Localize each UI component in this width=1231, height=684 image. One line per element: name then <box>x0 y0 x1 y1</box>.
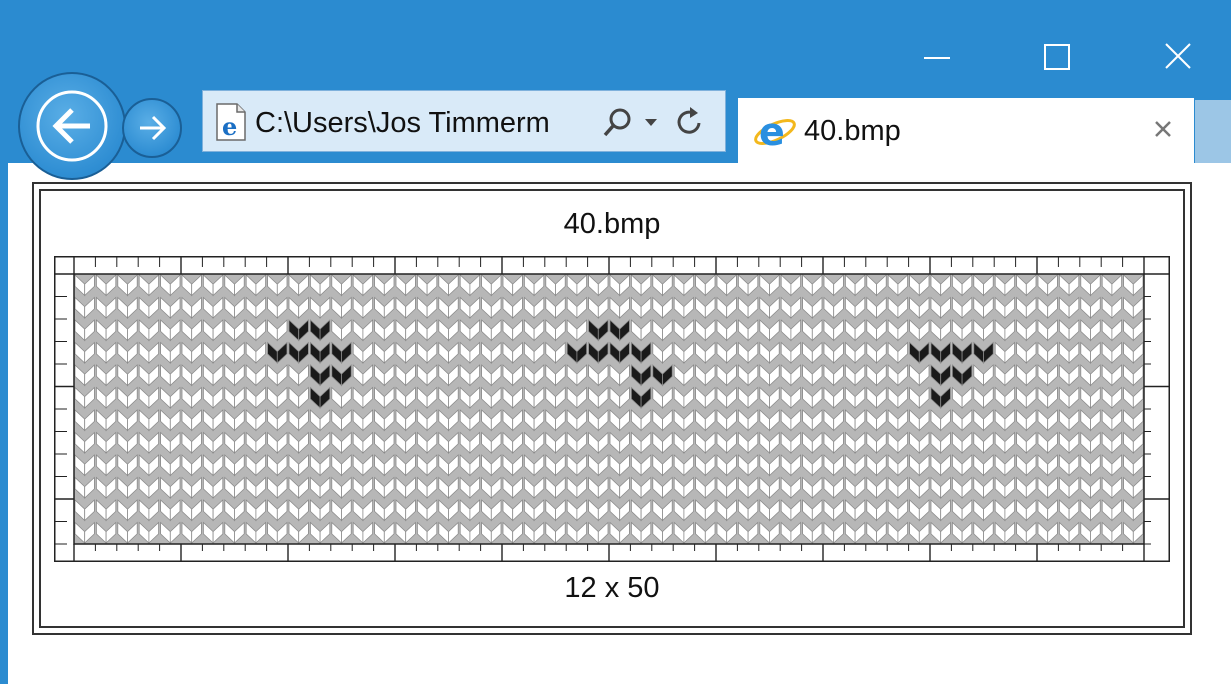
back-button[interactable] <box>18 72 126 180</box>
image-dimensions: 12 x 50 <box>564 572 660 604</box>
window-border <box>0 163 8 684</box>
title-bar: e C:\Users\Jos Timmerm e 40.bmp <box>0 0 1231 180</box>
tab-active[interactable]: e 40.bmp <box>738 98 1194 163</box>
image-title: 40.bmp <box>563 208 661 240</box>
address-input[interactable]: C:\Users\Jos Timmerm <box>255 103 595 143</box>
forward-button[interactable] <box>122 98 182 158</box>
close-icon <box>1165 43 1191 69</box>
knitting-chart <box>54 256 1170 562</box>
svg-text:e: e <box>759 110 785 154</box>
arrow-right-icon <box>140 115 167 141</box>
close-window-button[interactable] <box>1148 30 1208 86</box>
tab-title: 40.bmp <box>804 115 901 147</box>
search-icon[interactable] <box>601 105 635 139</box>
arrow-left-icon <box>36 90 108 162</box>
maximize-icon <box>1044 44 1070 70</box>
refresh-icon[interactable] <box>673 105 707 139</box>
maximize-button[interactable] <box>1027 30 1087 86</box>
address-bar[interactable]: e C:\Users\Jos Timmerm <box>202 90 726 152</box>
close-icon[interactable] <box>1146 112 1180 146</box>
svg-text:e: e <box>222 112 237 141</box>
chevron-down-icon[interactable] <box>643 115 659 129</box>
ie-logo-icon: e <box>754 110 796 154</box>
minimize-button[interactable] <box>906 30 966 86</box>
ie-document-icon: e <box>216 103 246 141</box>
tab-strip-scroll <box>1195 100 1231 163</box>
minimize-icon <box>924 57 950 59</box>
